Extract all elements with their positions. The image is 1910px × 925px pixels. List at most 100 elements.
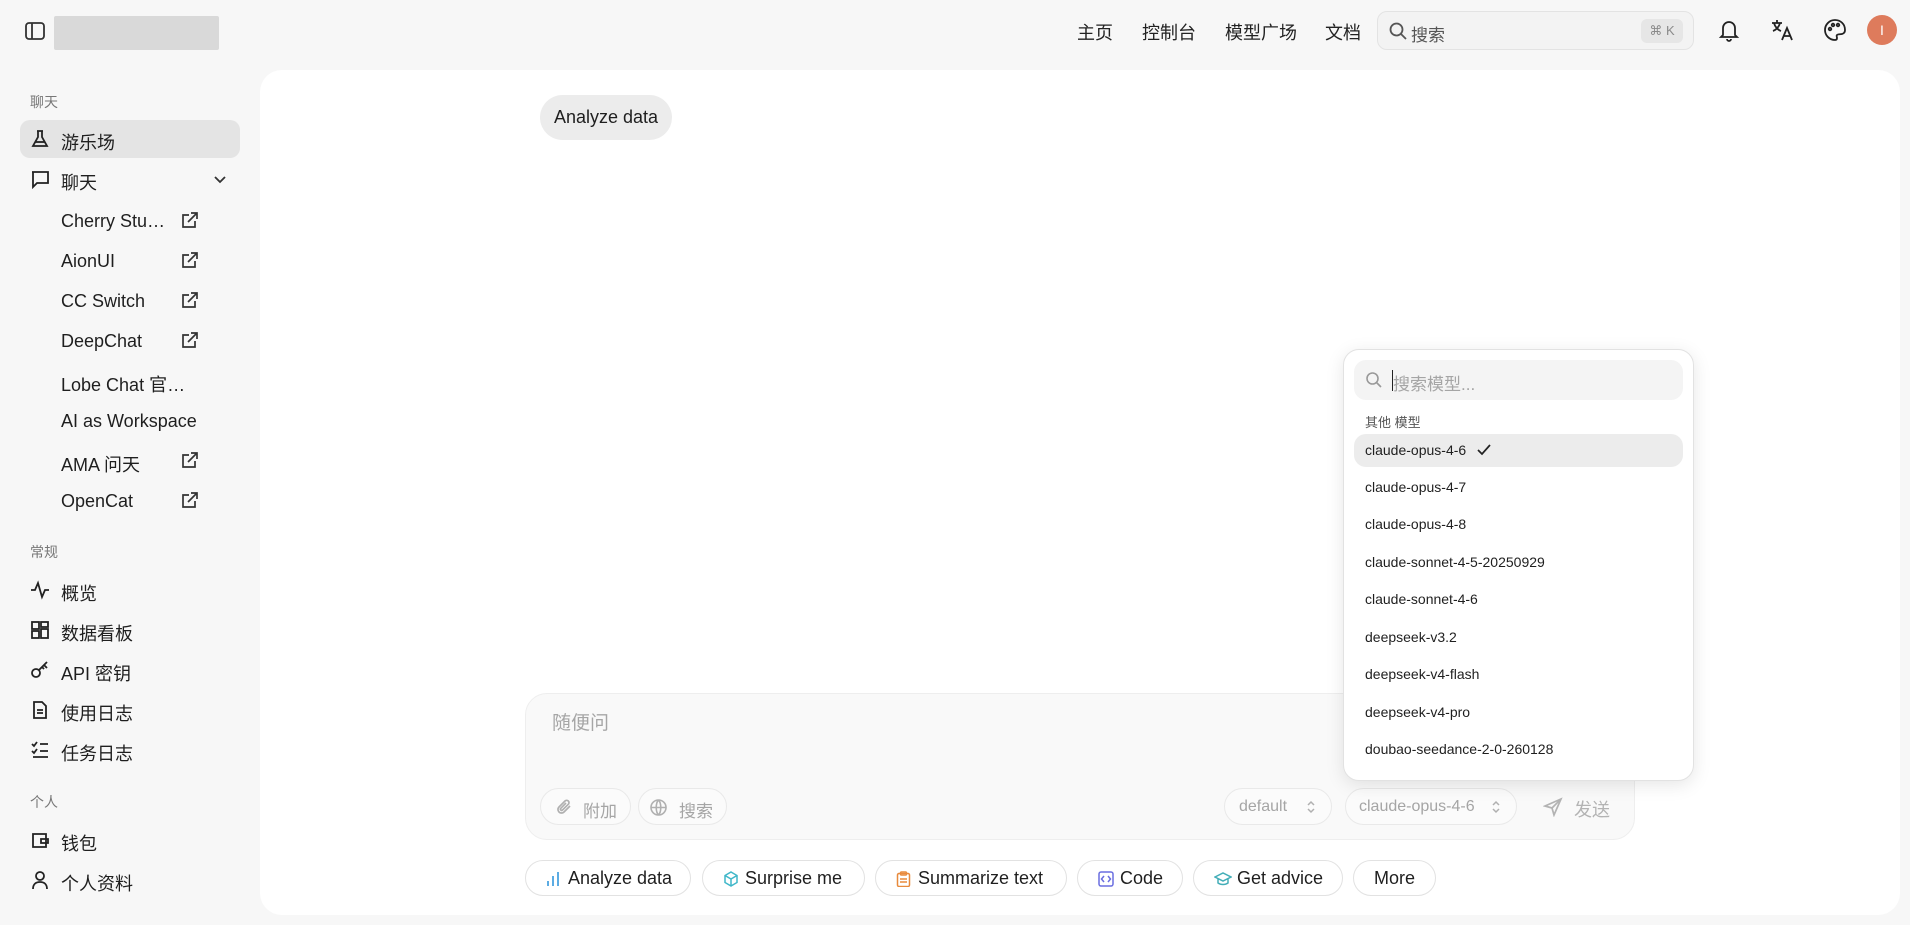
sidebar-subitem-aionui[interactable]: AionUI bbox=[61, 243, 206, 279]
sidebar-item-wallet[interactable]: 钱包 bbox=[20, 821, 240, 859]
sidebar-subitem-ai-as-workspace[interactable]: AI as Workspace bbox=[61, 403, 206, 439]
mode-select[interactable]: default bbox=[1224, 788, 1332, 825]
sidebar-item-overview[interactable]: 概览 bbox=[20, 571, 240, 609]
wallet-icon bbox=[30, 830, 50, 850]
model-select-value: claude-opus-4-6 bbox=[1359, 798, 1475, 815]
external-link-icon bbox=[180, 331, 199, 350]
key-icon bbox=[30, 660, 50, 680]
sidebar-item-api-keys[interactable]: API 密钥 bbox=[20, 651, 240, 689]
sidebar-subitem-label: AMA 问天 bbox=[61, 455, 141, 475]
search-placeholder: 搜索 bbox=[1411, 26, 1445, 45]
sidebar-item-label: 聊天 bbox=[61, 173, 97, 193]
code-icon bbox=[1098, 871, 1114, 887]
model-option[interactable]: claude-opus-4-8 bbox=[1354, 508, 1683, 541]
sidebar-subitem-cc-switch[interactable]: CC Switch bbox=[61, 283, 206, 319]
sidebar-subitem-label: AionUI bbox=[61, 251, 116, 271]
nav-model-square[interactable]: 模型广场 bbox=[1225, 19, 1297, 45]
model-option[interactable]: claude-opus-4-7 bbox=[1354, 471, 1683, 504]
user-message-bubble: Analyze data bbox=[540, 95, 673, 140]
check-icon bbox=[1476, 442, 1492, 458]
sidebar-subitem-label: Cherry Stu… bbox=[61, 211, 166, 231]
model-option[interactable]: claude-sonnet-4-6 bbox=[1354, 583, 1683, 616]
suggestion-code[interactable]: Code bbox=[1077, 860, 1183, 896]
user-icon bbox=[30, 870, 50, 890]
sidebar-toggle-icon[interactable] bbox=[24, 20, 46, 42]
suggestion-label: Summarize text bbox=[918, 868, 1044, 888]
model-option-label: claude-opus-4-6 bbox=[1365, 442, 1467, 458]
sidebar-item-label: 使用日志 bbox=[61, 704, 133, 724]
web-search-button[interactable]: 搜索 bbox=[638, 788, 727, 825]
sidebar-subitem-lobe-chat[interactable]: Lobe Chat 官方… bbox=[61, 363, 206, 399]
clipboard-icon bbox=[896, 871, 911, 887]
model-option-selected[interactable]: claude-opus-4-6 bbox=[1354, 434, 1683, 467]
sidebar-subitem-ama[interactable]: AMA 问天 bbox=[61, 443, 206, 479]
chevron-up-down-icon bbox=[1305, 799, 1317, 815]
search-icon bbox=[1365, 371, 1383, 389]
model-search-input[interactable]: 搜索模型... bbox=[1354, 360, 1683, 400]
send-button[interactable]: 发送 bbox=[1540, 794, 1630, 822]
sidebar-item-label: 概览 bbox=[61, 584, 97, 604]
model-option-label: claude-sonnet-4-6 bbox=[1365, 591, 1478, 607]
sidebar-item-usage-logs[interactable]: 使用日志 bbox=[20, 691, 240, 729]
sidebar-item-dashboard[interactable]: 数据看板 bbox=[20, 611, 240, 649]
globe-icon bbox=[649, 798, 668, 817]
model-option[interactable]: deepseek-v4-pro bbox=[1354, 696, 1683, 729]
sidebar-subitem-opencat[interactable]: OpenCat bbox=[61, 483, 206, 519]
file-text-icon bbox=[30, 700, 50, 720]
sidebar-subitem-cherry-studio[interactable]: Cherry Stu… bbox=[61, 203, 206, 239]
attach-button[interactable]: 附加 bbox=[540, 788, 631, 825]
model-option-label: deepseek-v3.2 bbox=[1365, 629, 1457, 645]
user-avatar[interactable]: I bbox=[1867, 15, 1897, 45]
external-link-icon bbox=[180, 491, 199, 510]
mode-select-value: default bbox=[1239, 798, 1288, 815]
suggestion-analyze-data[interactable]: Analyze data bbox=[525, 860, 691, 896]
suggestion-surprise-me[interactable]: Surprise me bbox=[702, 860, 865, 896]
sidebar-item-label: 个人资料 bbox=[61, 874, 133, 894]
global-search-input[interactable]: 搜索 ⌘ K bbox=[1377, 11, 1694, 50]
nav-docs[interactable]: 文档 bbox=[1325, 19, 1361, 45]
search-icon bbox=[1388, 21, 1408, 41]
sidebar-item-profile[interactable]: 个人资料 bbox=[20, 861, 240, 899]
search-shortcut-badge: ⌘ K bbox=[1641, 19, 1683, 43]
model-option[interactable]: deepseek-v4-flash bbox=[1354, 658, 1683, 691]
graduation-cap-icon bbox=[1214, 871, 1232, 887]
bell-icon[interactable] bbox=[1716, 17, 1742, 43]
model-option-label: deepseek-v4-pro bbox=[1365, 704, 1471, 720]
sidebar-subitem-label: CC Switch bbox=[61, 291, 146, 311]
nav-console[interactable]: 控制台 bbox=[1142, 19, 1196, 45]
suggestion-label: More bbox=[1374, 868, 1416, 888]
send-icon bbox=[1543, 797, 1563, 817]
sidebar-item-chat[interactable]: 聊天 bbox=[20, 160, 240, 198]
model-option-label: doubao-seedance-2-0-260128 bbox=[1365, 741, 1554, 757]
sidebar-item-label: 任务日志 bbox=[61, 744, 133, 764]
nav-home[interactable]: 主页 bbox=[1077, 19, 1113, 45]
sidebar-item-playground[interactable]: 游乐场 bbox=[20, 120, 240, 158]
model-dropdown: 搜索模型... 其他 模型 claude-opus-4-6 claude-opu… bbox=[1343, 349, 1694, 781]
translate-icon[interactable] bbox=[1769, 17, 1795, 43]
chevron-down-icon[interactable] bbox=[212, 171, 228, 187]
suggestion-get-advice[interactable]: Get advice bbox=[1193, 860, 1343, 896]
suggestion-more[interactable]: More bbox=[1353, 860, 1436, 896]
logo-placeholder[interactable] bbox=[54, 16, 219, 50]
sidebar-subitem-deepchat[interactable]: DeepChat bbox=[61, 323, 206, 359]
attach-label: 附加 bbox=[583, 802, 617, 821]
external-link-icon bbox=[180, 451, 199, 470]
model-option[interactable]: claude-sonnet-4-5-20250929 bbox=[1354, 546, 1683, 579]
model-option-label: claude-opus-4-7 bbox=[1365, 479, 1467, 495]
section-label-general: 常规 bbox=[30, 544, 58, 560]
suggestion-label: Analyze data bbox=[568, 868, 673, 888]
cube-icon bbox=[723, 871, 739, 887]
send-label: 发送 bbox=[1574, 800, 1610, 820]
sidebar-item-task-logs[interactable]: 任务日志 bbox=[20, 731, 240, 769]
model-option[interactable]: doubao-seedance-2-0-260128 bbox=[1354, 733, 1683, 766]
message-square-icon bbox=[30, 169, 50, 189]
model-option-label: claude-sonnet-4-5-20250929 bbox=[1365, 554, 1545, 570]
external-link-icon bbox=[180, 251, 199, 270]
dashboard-icon bbox=[30, 620, 50, 640]
suggestion-summarize-text[interactable]: Summarize text bbox=[875, 860, 1067, 896]
palette-icon[interactable] bbox=[1822, 17, 1848, 43]
model-option[interactable]: deepseek-v3.2 bbox=[1354, 621, 1683, 654]
model-select[interactable]: claude-opus-4-6 bbox=[1345, 788, 1517, 825]
model-group-label: 其他 模型 bbox=[1365, 415, 1421, 430]
suggestion-label: Surprise me bbox=[745, 868, 843, 888]
